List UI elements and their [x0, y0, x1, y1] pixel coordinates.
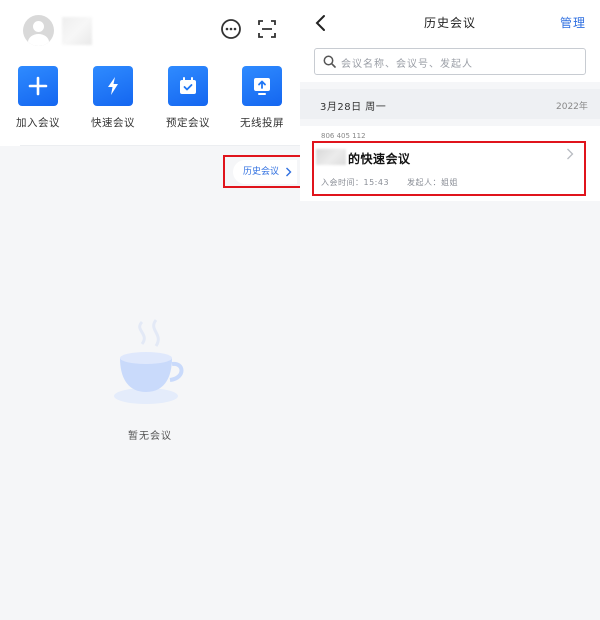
- screen-cast-icon: [242, 66, 282, 106]
- screen-cast-button[interactable]: 无线投屏: [231, 66, 293, 130]
- year-label: 2022年: [556, 102, 588, 112]
- manage-button[interactable]: 管理: [560, 14, 586, 31]
- meeting-id: 806 405 112: [321, 132, 366, 140]
- empty-state-text: 暂无会议: [128, 431, 172, 442]
- scan-icon[interactable]: [256, 18, 278, 40]
- highlight-box: [312, 141, 586, 196]
- quick-meeting-label: 快速会议: [91, 117, 135, 129]
- search-input[interactable]: 会议名称、会议号、发起人: [314, 48, 586, 75]
- quick-meeting-button[interactable]: 快速会议: [82, 66, 144, 130]
- lightning-icon: [93, 66, 133, 106]
- calendar-check-icon: [168, 66, 208, 106]
- schedule-meeting-label: 预定会议: [166, 117, 210, 129]
- nav-bar: 历史会议 管理 会议名称、会议号、发起人: [300, 0, 600, 82]
- chat-icon[interactable]: [220, 18, 242, 40]
- schedule-meeting-button[interactable]: 预定会议: [157, 66, 219, 130]
- home-header: 加入会议 快速会议 预定会议 无线投屏: [0, 0, 300, 146]
- search-icon: [323, 55, 336, 68]
- plus-icon: [18, 66, 58, 106]
- empty-cup-icon: [114, 319, 184, 404]
- divider: [20, 145, 300, 146]
- join-meeting-button[interactable]: 加入会议: [7, 66, 69, 130]
- date-group-header: 3月28日 周一 2022年: [300, 89, 600, 119]
- avatar[interactable]: [23, 15, 54, 46]
- history-panel: 历史会议 管理 会议名称、会议号、发起人 3月28日 周一 2022年 806 …: [300, 0, 600, 620]
- back-arrow-icon[interactable]: [314, 14, 326, 32]
- user-name-blurred: [62, 17, 92, 45]
- date-label: 3月28日 周一: [320, 102, 387, 113]
- screen-cast-label: 无线投屏: [240, 117, 284, 129]
- home-panel: 加入会议 快速会议 预定会议 无线投屏 历史会议 暂无会议: [0, 0, 304, 620]
- highlight-box: [223, 155, 304, 188]
- join-meeting-label: 加入会议: [16, 117, 60, 129]
- search-placeholder: 会议名称、会议号、发起人: [341, 59, 473, 70]
- page-title: 历史会议: [423, 16, 476, 30]
